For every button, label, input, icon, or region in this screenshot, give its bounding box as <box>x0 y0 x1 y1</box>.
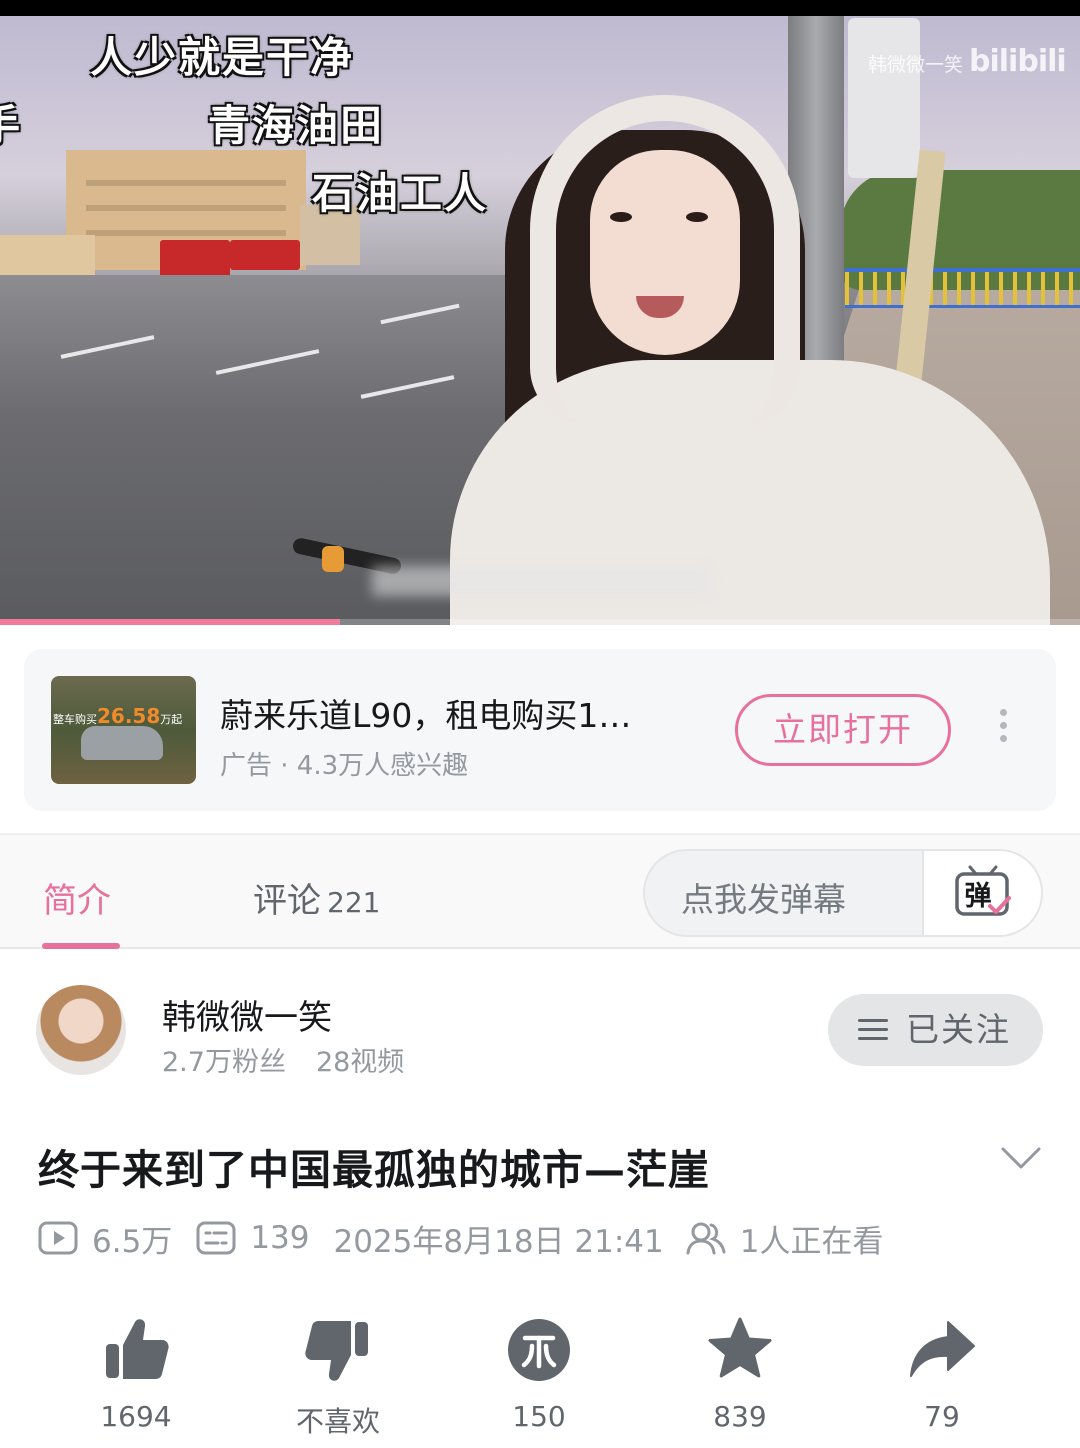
tab-comments-count: 221 <box>327 886 381 919</box>
ad-subtitle: 广告 · 4.3万人感兴趣 <box>220 751 469 781</box>
video-meta: 6.5万 139 2025年8月18日 21:41 1人正在看 <box>38 1216 907 1260</box>
tab-active-indicator <box>42 943 120 949</box>
like-button[interactable]: 1694 <box>66 1316 206 1433</box>
video-watermark: 韩微微一笑 bilibili <box>868 44 1067 79</box>
uploader-name[interactable]: 韩微微一笑 <box>162 990 332 1039</box>
viewers-icon <box>686 1222 726 1255</box>
publish-date: 2025年8月18日 21:41 <box>333 1223 664 1260</box>
bike-grip <box>322 546 344 572</box>
danmaku-input[interactable]: 点我发弹幕 弹 <box>643 849 1043 937</box>
ad-price-unit: 万起 <box>160 713 183 726</box>
tab-intro[interactable]: 简介 <box>43 873 111 922</box>
star-icon <box>708 1317 772 1378</box>
bilibili-logo: bilibili <box>969 44 1067 79</box>
share-icon <box>910 1321 975 1377</box>
coin-icon <box>508 1319 570 1381</box>
scene-sign <box>848 18 920 178</box>
ad-price-tag-label: 整车购买 <box>53 713 97 726</box>
danmaku-comment: 手 <box>0 92 22 153</box>
coin-count: 150 <box>512 1400 566 1433</box>
ad-price-tag: 整车购买26.58万起 <box>53 704 182 728</box>
follow-button-label: 已关注 <box>906 1010 1011 1049</box>
play-count: 6.5万 <box>92 1223 173 1260</box>
tab-comments-label: 评论 <box>253 881 321 921</box>
follow-button[interactable]: 已关注 <box>828 994 1043 1066</box>
svg-text:弹: 弹 <box>965 881 992 912</box>
dislike-label: 不喜欢 <box>295 1405 380 1438</box>
blurred-region <box>372 566 712 596</box>
play-count-icon <box>38 1221 78 1255</box>
progress-fill <box>0 619 341 625</box>
scene-fire-truck <box>230 240 300 270</box>
ad-card[interactable]: 整车购买26.58万起 蔚来乐道L90，租电购买1… 广告 · 4.3万人感兴趣… <box>24 649 1056 811</box>
menu-icon <box>858 1019 888 1041</box>
vlogger-face <box>590 150 740 355</box>
favorite-count: 839 <box>713 1400 767 1433</box>
scene-fire-truck <box>160 240 230 278</box>
danmaku-comment: 青海油田 <box>208 101 385 150</box>
danmaku-input-placeholder: 点我发弹幕 <box>681 880 846 919</box>
ad-price-value: 26.58 <box>97 704 161 728</box>
uploader-fans: 2.7万粉丝 <box>162 1047 286 1078</box>
tab-comments[interactable]: 评论 221 <box>253 873 380 922</box>
more-vertical-icon[interactable] <box>996 709 1010 749</box>
favorite-button[interactable]: 839 <box>670 1316 810 1433</box>
video-title: 终于来到了中国最孤独的城市—茫崖 <box>38 1146 710 1194</box>
danmaku-comment: 石油工人 <box>312 169 489 218</box>
scene-railing <box>845 268 1080 308</box>
vlogger-eye <box>610 212 632 222</box>
coin-button[interactable]: 150 <box>469 1316 609 1433</box>
car-image <box>81 726 163 760</box>
video-player[interactable]: 人少就是干净 青海油田 石油工人 手 韩微微一笑bilibili <box>0 0 1080 625</box>
danmaku-count-icon <box>196 1221 236 1255</box>
thumbs-down-icon <box>305 1321 368 1381</box>
ad-open-button[interactable]: 立即打开 <box>735 694 951 766</box>
scene-building-left <box>0 235 95 280</box>
dislike-button[interactable]: 不喜欢 <box>268 1316 408 1440</box>
uploader-stats: 2.7万粉丝 28视频 <box>162 1040 404 1079</box>
progress-bar[interactable] <box>0 619 1080 625</box>
danmaku-toggle-button[interactable]: 弹 <box>922 851 1041 935</box>
danmaku-icon: 弹 <box>955 865 1011 916</box>
thumbs-up-icon <box>106 1319 169 1379</box>
vlogger-eye <box>686 212 708 222</box>
share-count: 79 <box>924 1400 960 1433</box>
status-bar <box>0 0 1080 16</box>
uploader-videos: 28视频 <box>315 1047 405 1078</box>
watermark-text: 韩微微一笑 <box>868 54 964 76</box>
chevron-down-icon[interactable] <box>1000 1145 1042 1171</box>
ad-title[interactable]: 蔚来乐道L90，租电购买1… <box>220 689 700 737</box>
ad-thumbnail[interactable]: 整车购买26.58万起 <box>51 676 196 784</box>
content-tabs: 简介 评论 221 点我发弹幕 弹 <box>0 833 1080 949</box>
watching-now: 1人正在看 <box>739 1223 884 1260</box>
danmaku-count: 139 <box>250 1220 310 1256</box>
uploader-avatar[interactable] <box>36 985 126 1075</box>
tab-intro-label: 简介 <box>43 881 111 921</box>
share-button[interactable]: 79 <box>872 1316 1012 1433</box>
like-count: 1694 <box>100 1400 172 1433</box>
danmaku-comment: 人少就是干净 <box>90 33 355 82</box>
